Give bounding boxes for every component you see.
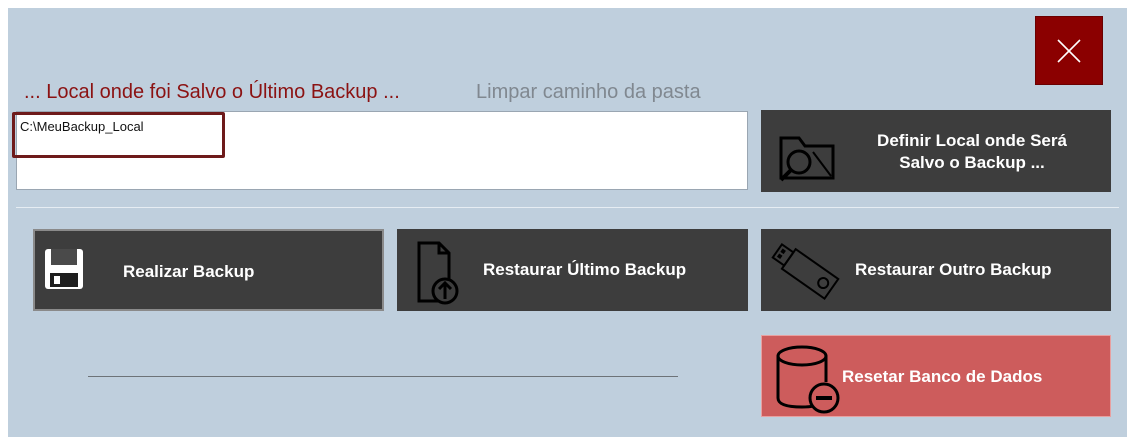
file-upload-icon bbox=[417, 241, 459, 305]
perform-backup-button[interactable]: Realizar Backup bbox=[33, 229, 384, 311]
reset-database-button[interactable]: Resetar Banco de Dados bbox=[761, 335, 1111, 417]
restore-last-backup-button[interactable]: Restaurar Último Backup bbox=[397, 229, 748, 311]
restore-last-backup-label: Restaurar Último Backup bbox=[483, 260, 687, 279]
backup-path-value: C:\MeuBackup_Local bbox=[20, 119, 144, 134]
horizontal-separator bbox=[88, 376, 678, 377]
reset-database-label: Resetar Banco de Dados bbox=[842, 367, 1043, 386]
database-remove-icon bbox=[776, 345, 840, 414]
close-button[interactable] bbox=[1035, 16, 1103, 85]
restore-other-backup-button[interactable]: Restaurar Outro Backup bbox=[761, 229, 1111, 311]
restore-other-backup-label: Restaurar Outro Backup bbox=[855, 260, 1052, 279]
define-location-line2: Salvo o Backup ... bbox=[899, 153, 1045, 172]
close-icon bbox=[1057, 38, 1081, 63]
floppy-disk-icon bbox=[45, 249, 83, 289]
usb-drive-icon bbox=[771, 242, 840, 301]
section-divider bbox=[16, 207, 1119, 208]
perform-backup-label: Realizar Backup bbox=[123, 262, 255, 281]
last-backup-location-label: ... Local onde foi Salvo o Último Backup… bbox=[24, 81, 400, 103]
clear-path-link[interactable]: Limpar caminho da pasta bbox=[476, 81, 701, 104]
define-location-line1: Definir Local onde Será bbox=[877, 131, 1067, 150]
define-backup-location-button[interactable]: Definir Local onde Será Salvo o Backup .… bbox=[761, 110, 1111, 192]
folder-search-icon bbox=[779, 136, 835, 182]
